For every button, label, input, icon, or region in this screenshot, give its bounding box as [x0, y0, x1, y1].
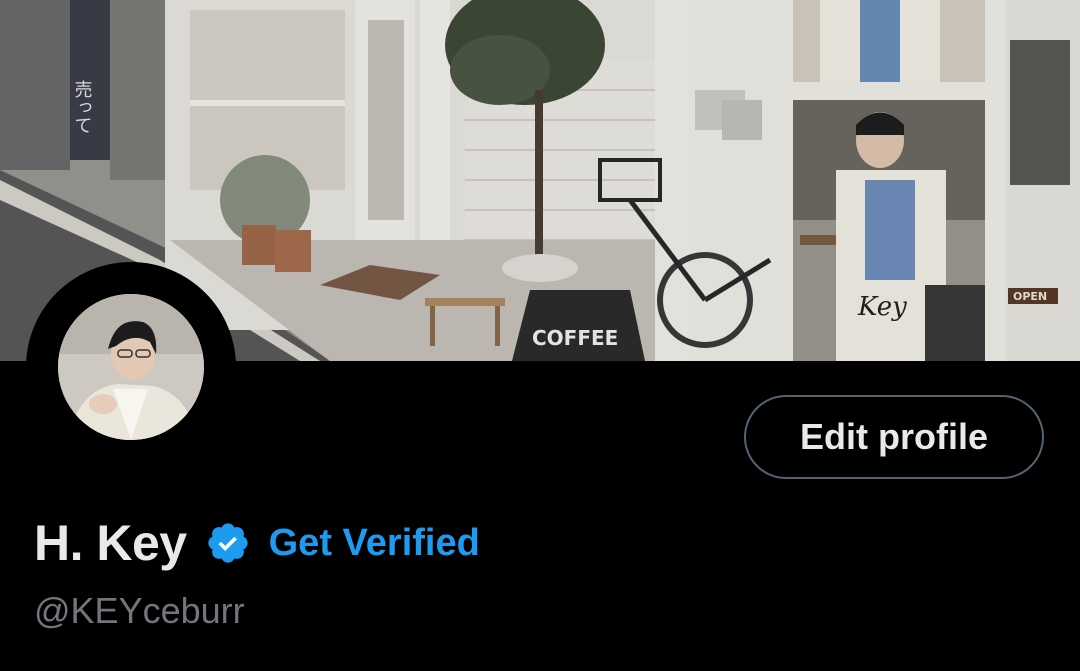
- display-name: H. Key: [34, 515, 187, 571]
- get-verified-link[interactable]: Get Verified: [269, 522, 480, 565]
- avatar[interactable]: [58, 294, 204, 440]
- edit-profile-button[interactable]: Edit profile: [744, 395, 1044, 479]
- verified-badge-icon[interactable]: [205, 520, 251, 566]
- profile-page: 売って COFFEE Key OPEN Edit profile H. Key …: [0, 0, 1080, 671]
- profile-handle: @KEYceburr: [34, 590, 245, 631]
- profile-name-row: H. Key Get Verified: [34, 510, 480, 576]
